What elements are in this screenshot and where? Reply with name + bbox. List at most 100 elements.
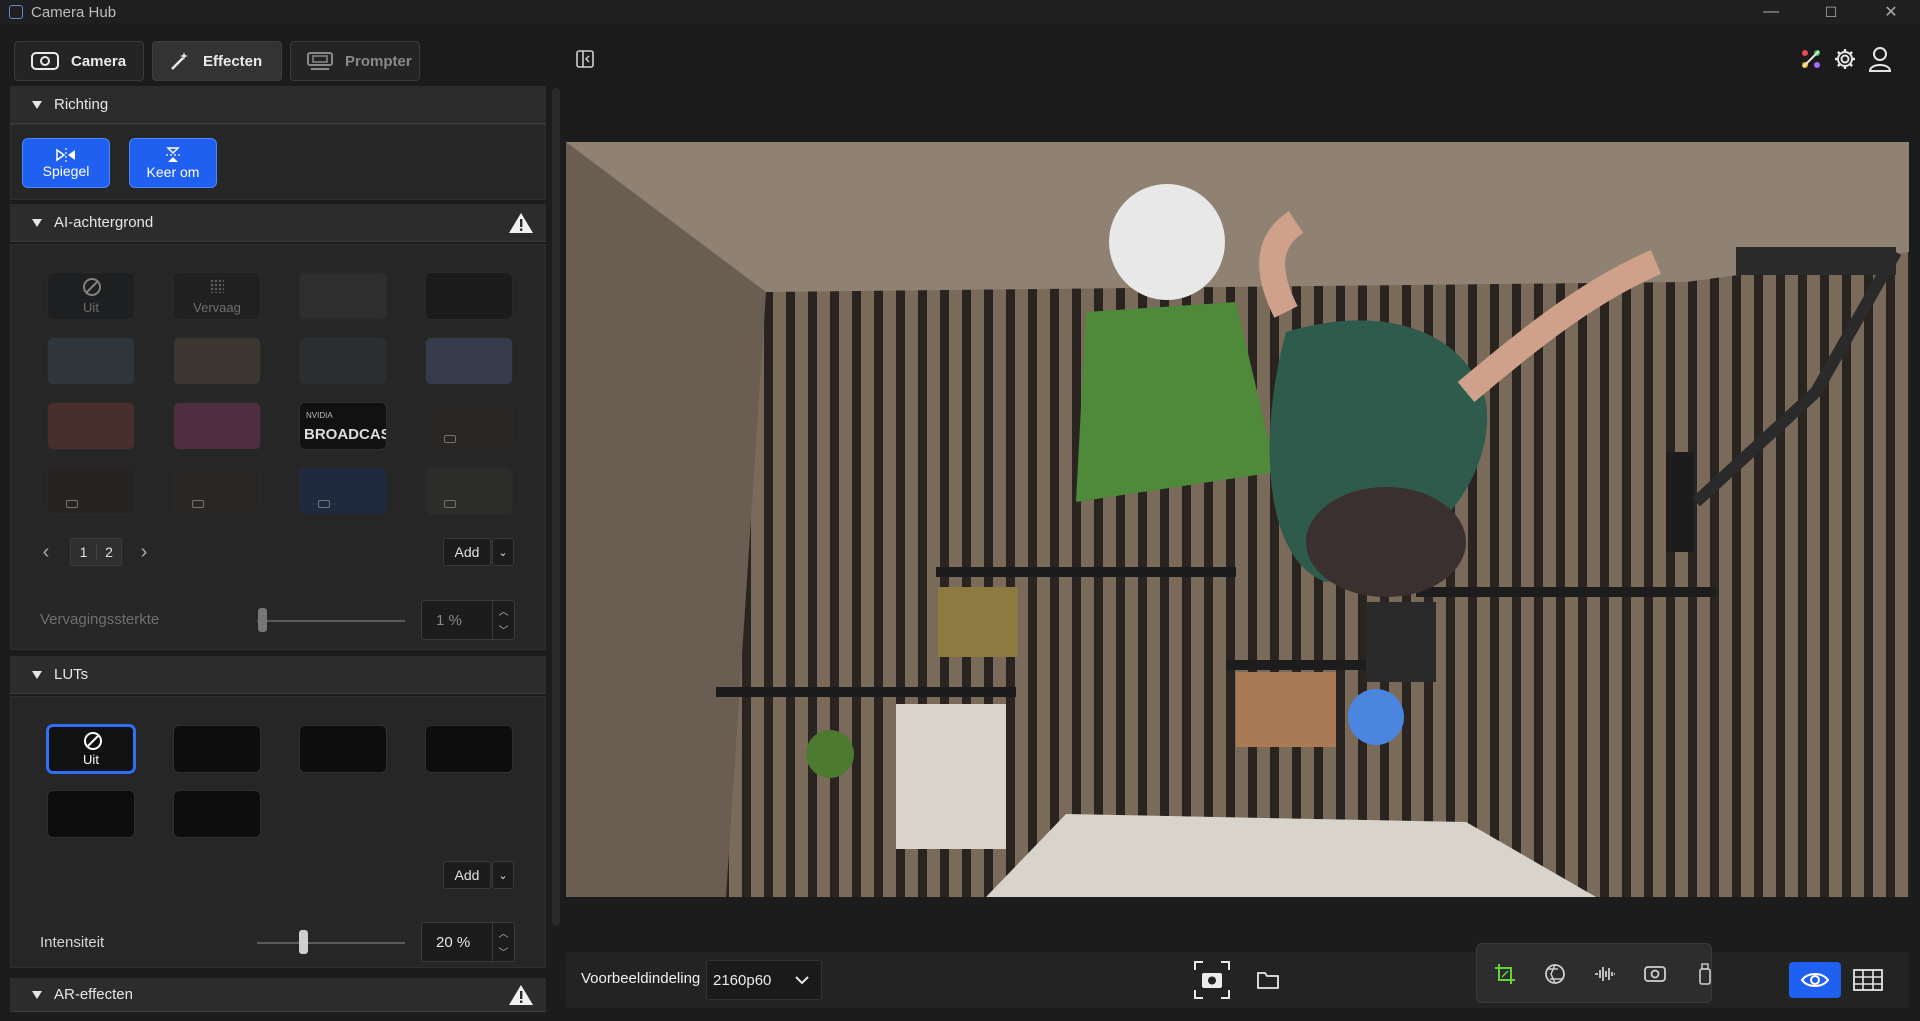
collapse-triangle-icon [32,100,42,109]
ai-background-tile[interactable] [425,272,513,320]
account-button[interactable] [1866,45,1894,73]
maximize-button[interactable]: ☐ [1808,0,1854,24]
video-icon [318,500,330,508]
ai-background-tile[interactable] [173,402,261,450]
collapse-sidebar-button[interactable] [574,48,596,70]
lut-tile[interactable] [173,790,261,838]
title-bar: Camera Hub [0,0,1920,24]
ai-add-button[interactable]: Add [443,538,491,566]
exposure-icon [1545,964,1565,984]
top-toolbar [0,24,1920,86]
intensity-spinbox[interactable]: 20 % ︿ ﹀ [421,922,515,962]
camera-feed-image [566,142,1909,897]
blur-strength-slider[interactable] [257,620,405,622]
sidebar-scrollbar[interactable] [552,88,560,926]
collapse-triangle-icon [32,218,42,227]
nvidia-broadcast-icon [1802,50,1820,68]
tab-camera[interactable]: Camera [14,41,144,81]
ai-background-tile[interactable]: NVIDIA BROADCAST [299,402,387,450]
resolution-value: 2160p60 [713,971,772,989]
spin-arrows[interactable]: ︿ ﹀ [492,923,514,961]
lut-tile[interactable] [47,790,135,838]
crop-button[interactable] [1493,962,1517,986]
luts-header[interactable]: LUTs [10,656,546,694]
ai-background-tile[interactable] [299,337,387,385]
lut-tile[interactable] [173,725,261,773]
chevron-down-icon: ⌄ [498,869,508,882]
ai-background-tile[interactable] [173,337,261,385]
sidebar-toggle-icon [576,50,594,68]
luts-add-dropdown[interactable]: ⌄ [492,861,514,889]
audio-button[interactable] [1593,962,1617,986]
tab-prompter[interactable]: Prompter [290,41,420,81]
ai-background-header[interactable]: AI-achtergrond [10,204,546,242]
off-icon [84,732,102,750]
lut-tile[interactable] [299,725,387,773]
blur-strength-value: 1 % [436,611,462,629]
nvidia-broadcast-button[interactable] [1798,46,1824,72]
ai-background-tile[interactable] [425,337,513,385]
richting-header[interactable]: Richting [10,86,546,124]
pager-next-button[interactable]: › [134,540,154,564]
lut-tile[interactable] [425,725,513,773]
intensity-slider[interactable] [257,942,405,944]
minimize-button[interactable]: — [1748,0,1794,24]
camera-settings-icon [1644,966,1666,982]
ai-background-tile[interactable] [299,467,387,515]
tile-label: BROADCAST [304,426,386,443]
blur-strength-thumb[interactable] [258,608,268,632]
spin-arrows[interactable]: ︿ ﹀ [492,601,514,639]
app-icon [9,5,23,19]
ar-effects-header[interactable]: AR-effecten [10,978,546,1012]
usb-button[interactable] [1693,962,1717,986]
user-icon [1868,47,1892,72]
intensity-thumb[interactable] [298,930,308,954]
screenshot-icon [1194,961,1230,999]
prompter-icon [307,52,333,70]
ai-background-tile[interactable] [47,467,135,515]
tile-sublabel: NVIDIA [306,411,333,420]
mirror-label: Spiegel [42,163,90,179]
settings-button[interactable] [1832,46,1858,72]
collapse-triangle-icon [32,670,42,679]
page-2-button[interactable]: 2 [95,544,121,560]
ai-background-tile[interactable]: Vervaag [173,272,261,320]
grid-view-button[interactable] [1848,962,1888,998]
open-folder-button[interactable] [1256,968,1280,992]
close-button[interactable]: ✕ [1868,0,1914,24]
collapse-triangle-icon [32,990,42,999]
chevron-down-icon: ﹀ [498,948,509,959]
richting-title: Richting [54,96,109,113]
preview-view-button[interactable] [1789,962,1841,998]
ai-add-dropdown[interactable]: ⌄ [492,538,514,566]
layout-label: Voorbeeldindeling [581,970,701,987]
blur-strength-spinbox[interactable]: 1 % ︿ ﹀ [421,600,515,640]
ai-background-tile[interactable]: Uit [47,272,135,320]
ai-background-tile[interactable] [425,467,513,515]
screenshot-button[interactable] [1193,960,1231,1000]
audio-icon [1595,967,1615,981]
tab-effecten-label: Effecten [203,52,263,70]
lut-tile[interactable]: Uit [47,725,135,773]
ai-background-tile[interactable] [47,337,135,385]
flip-button[interactable]: Keer om [129,138,217,188]
ai-background-tile[interactable] [299,272,387,320]
ai-background-tile[interactable] [173,467,261,515]
camera-settings-button[interactable] [1643,962,1667,986]
exposure-button[interactable] [1543,962,1567,986]
tab-effecten[interactable]: Effecten [152,41,282,81]
ai-background-tile[interactable] [47,402,135,450]
ai-background-tile[interactable] [425,402,513,450]
mirror-button[interactable]: Spiegel [22,138,110,188]
grid-icon [1853,969,1883,991]
camera-icon [31,52,59,70]
chevron-up-icon: ︿ [498,607,509,618]
page-1-button[interactable]: 1 [71,544,96,560]
tile-label: Uit [83,752,99,767]
pager-prev-button[interactable]: ‹ [36,540,56,564]
folder-icon [1257,972,1279,989]
eye-icon [1800,973,1830,987]
intensity-label: Intensiteit [40,934,105,951]
resolution-select[interactable]: 2160p60 [706,960,822,1000]
luts-add-button[interactable]: Add [443,861,491,889]
